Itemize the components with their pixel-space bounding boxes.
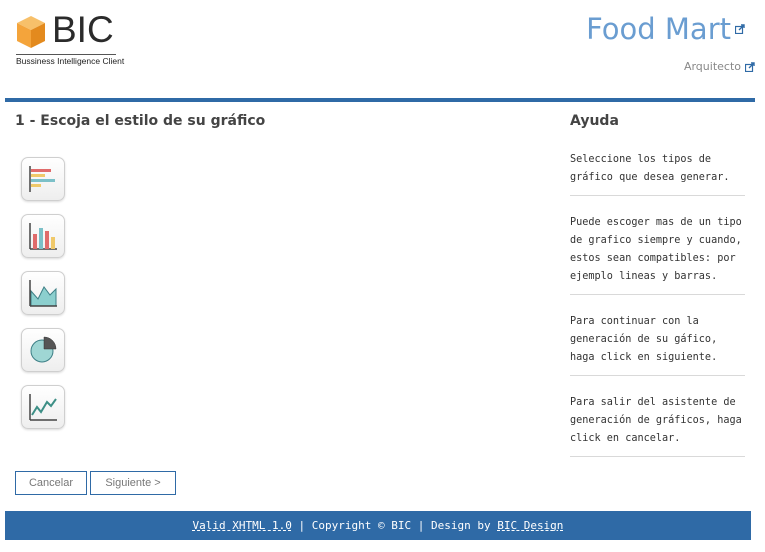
area-chart-icon [29,280,57,307]
user-role-label[interactable]: Arquitecto [684,60,741,73]
step-title: 1 - Escoja el estilo de su gráfico [15,113,266,129]
help-item: Para salir del asistente de generación d… [570,376,745,457]
header-divider [5,98,755,102]
logo-divider [16,54,116,55]
logo-text: BIC [52,9,114,50]
cancel-button[interactable]: Cancelar [15,471,87,495]
chart-option-line[interactable] [21,385,65,429]
next-button[interactable]: Siguiente > [90,471,176,495]
external-link-icon [735,24,745,34]
valid-xhtml-link[interactable]: Valid XHTML 1.0 [193,519,292,532]
chart-option-horizontal-bar[interactable] [21,157,65,201]
footer-separator: | [291,519,312,532]
help-title: Ayuda [570,113,619,129]
help-list: Seleccione los tipos de gráfico que dese… [570,143,745,457]
logo-subtitle: Bussiness Intelligence Client [16,56,125,66]
copyright-text: Copyright © BIC [311,519,412,532]
line-chart-icon [29,394,57,421]
site-title[interactable]: Food Mart [586,12,731,46]
help-item: Puede escoger mas de un tipo de grafico … [570,196,745,295]
external-link-icon [745,61,755,72]
bic-logo: BIC Bussiness Intelligence Client [16,9,124,72]
cube-logo-icon [17,16,45,48]
user-role-link[interactable]: Arquitecto [684,60,755,73]
chart-option-vertical-bar[interactable] [21,214,65,258]
chart-option-area[interactable] [21,271,65,315]
horizontal-bar-chart-icon [29,166,55,192]
site-title-link[interactable]: Food Mart [586,12,745,46]
pie-chart-icon [30,336,57,363]
footer: Valid XHTML 1.0 | Copyright © BIC | Desi… [5,511,751,540]
help-item: Para continuar con la generación de su g… [570,295,745,376]
vertical-bar-chart-icon [29,223,57,250]
design-link[interactable]: BIC Design [497,519,563,532]
help-item: Seleccione los tipos de gráfico que dese… [570,143,745,196]
footer-design-label: | Design by [411,519,498,532]
chart-option-pie[interactable] [21,328,65,372]
